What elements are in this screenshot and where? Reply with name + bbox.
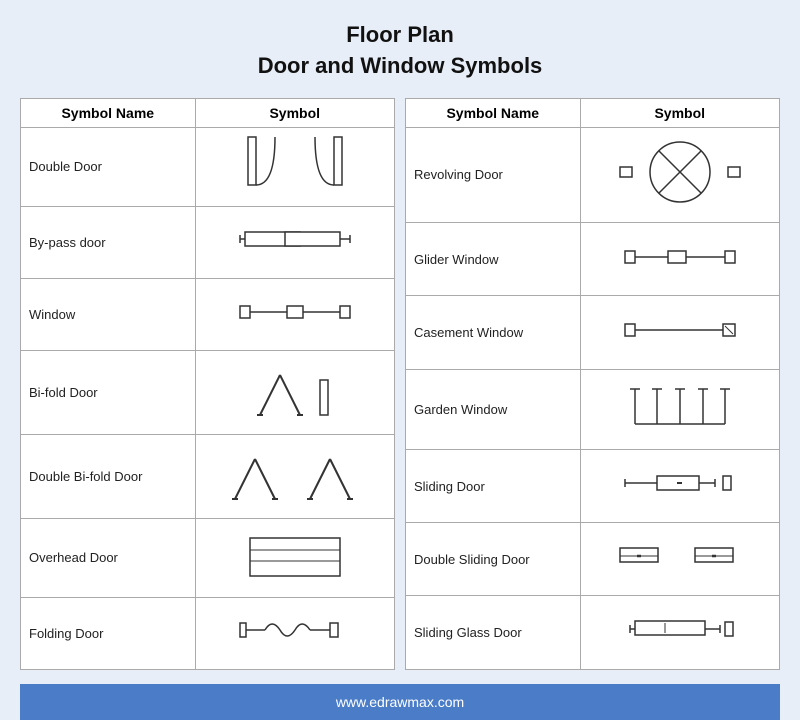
page-title: Floor Plan Door and Window Symbols — [258, 20, 543, 82]
table-row: Folding Door — [21, 597, 395, 669]
symbol-cell — [580, 223, 779, 296]
symbol-name: Sliding Glass Door — [406, 596, 581, 669]
table-row: Double Bi-fold Door — [21, 434, 395, 518]
symbol-name: Casement Window — [406, 296, 581, 369]
symbol-cell — [195, 434, 394, 518]
symbol-name: Garden Window — [406, 369, 581, 449]
table-row: Casement Window — [406, 296, 780, 369]
symbol-name: Window — [21, 278, 196, 350]
symbol-cell — [195, 206, 394, 278]
table-row: Sliding Glass Door — [406, 596, 780, 669]
symbol-cell — [580, 369, 779, 449]
symbol-name: Overhead Door — [21, 518, 196, 597]
table-row: Double Sliding Door — [406, 523, 780, 596]
symbol-name: By-pass door — [21, 206, 196, 278]
footer-text: www.edrawmax.com — [336, 694, 464, 710]
table-row: Overhead Door — [21, 518, 395, 597]
table-row: Revolving Door — [406, 127, 780, 223]
table-row: Bi-fold Door — [21, 350, 395, 434]
symbol-name: Double Sliding Door — [406, 523, 581, 596]
symbol-name: Sliding Door — [406, 449, 581, 522]
symbol-name: Revolving Door — [406, 127, 581, 223]
table-row: Glider Window — [406, 223, 780, 296]
left-header-symbol: Symbol — [195, 98, 394, 127]
symbol-cell — [195, 127, 394, 206]
table-row: Window — [21, 278, 395, 350]
symbol-name: Glider Window — [406, 223, 581, 296]
symbol-name: Double Bi-fold Door — [21, 434, 196, 518]
symbol-cell — [580, 596, 779, 669]
symbol-cell — [195, 278, 394, 350]
symbol-cell — [580, 523, 779, 596]
table-row: Double Door — [21, 127, 395, 206]
left-header-name: Symbol Name — [21, 98, 196, 127]
title-section: Floor Plan Door and Window Symbols — [258, 20, 543, 82]
symbol-cell — [195, 350, 394, 434]
symbol-cell — [195, 518, 394, 597]
symbol-cell — [580, 127, 779, 223]
right-header-symbol: Symbol — [580, 98, 779, 127]
tables-wrapper: Symbol Name Symbol Double Door — [20, 98, 780, 670]
table-row: By-pass door — [21, 206, 395, 278]
symbol-cell — [580, 296, 779, 369]
symbol-name: Double Door — [21, 127, 196, 206]
footer-bar: www.edrawmax.com — [20, 684, 780, 720]
symbol-cell — [580, 449, 779, 522]
right-header-name: Symbol Name — [406, 98, 581, 127]
table-row: Garden Window — [406, 369, 780, 449]
left-table: Symbol Name Symbol Double Door — [20, 98, 395, 670]
symbol-name: Bi-fold Door — [21, 350, 196, 434]
right-table: Symbol Name Symbol Revolving Door — [405, 98, 780, 670]
symbol-cell — [195, 597, 394, 669]
table-row: Sliding Door — [406, 449, 780, 522]
symbol-name: Folding Door — [21, 597, 196, 669]
